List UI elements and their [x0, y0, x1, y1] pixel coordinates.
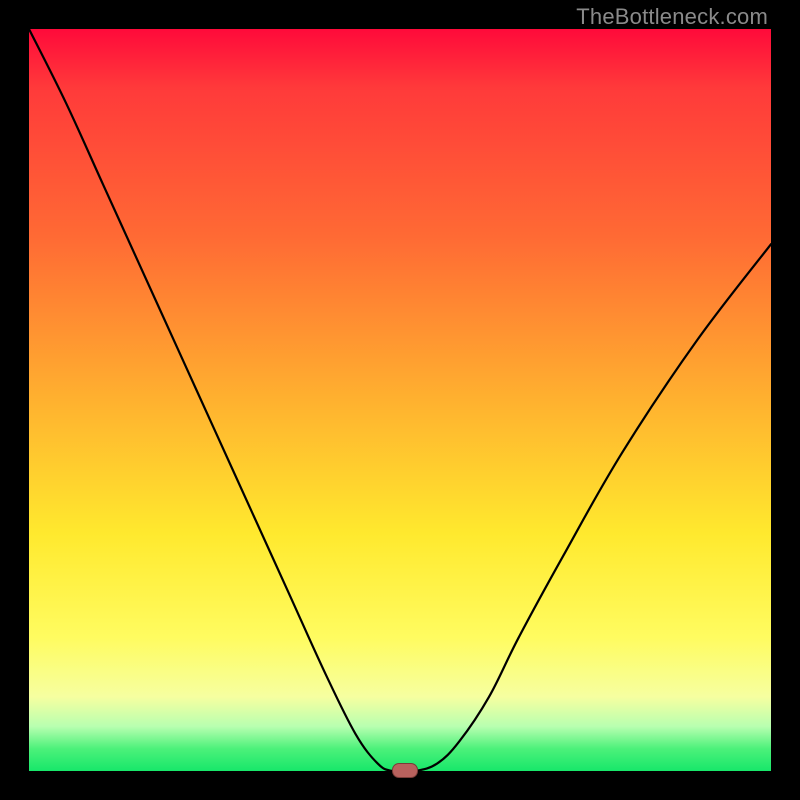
bottleneck-curve	[29, 29, 771, 771]
watermark-text: TheBottleneck.com	[576, 4, 768, 30]
chart-frame: TheBottleneck.com	[0, 0, 800, 800]
optimal-marker	[392, 763, 418, 778]
plot-area	[29, 29, 771, 771]
